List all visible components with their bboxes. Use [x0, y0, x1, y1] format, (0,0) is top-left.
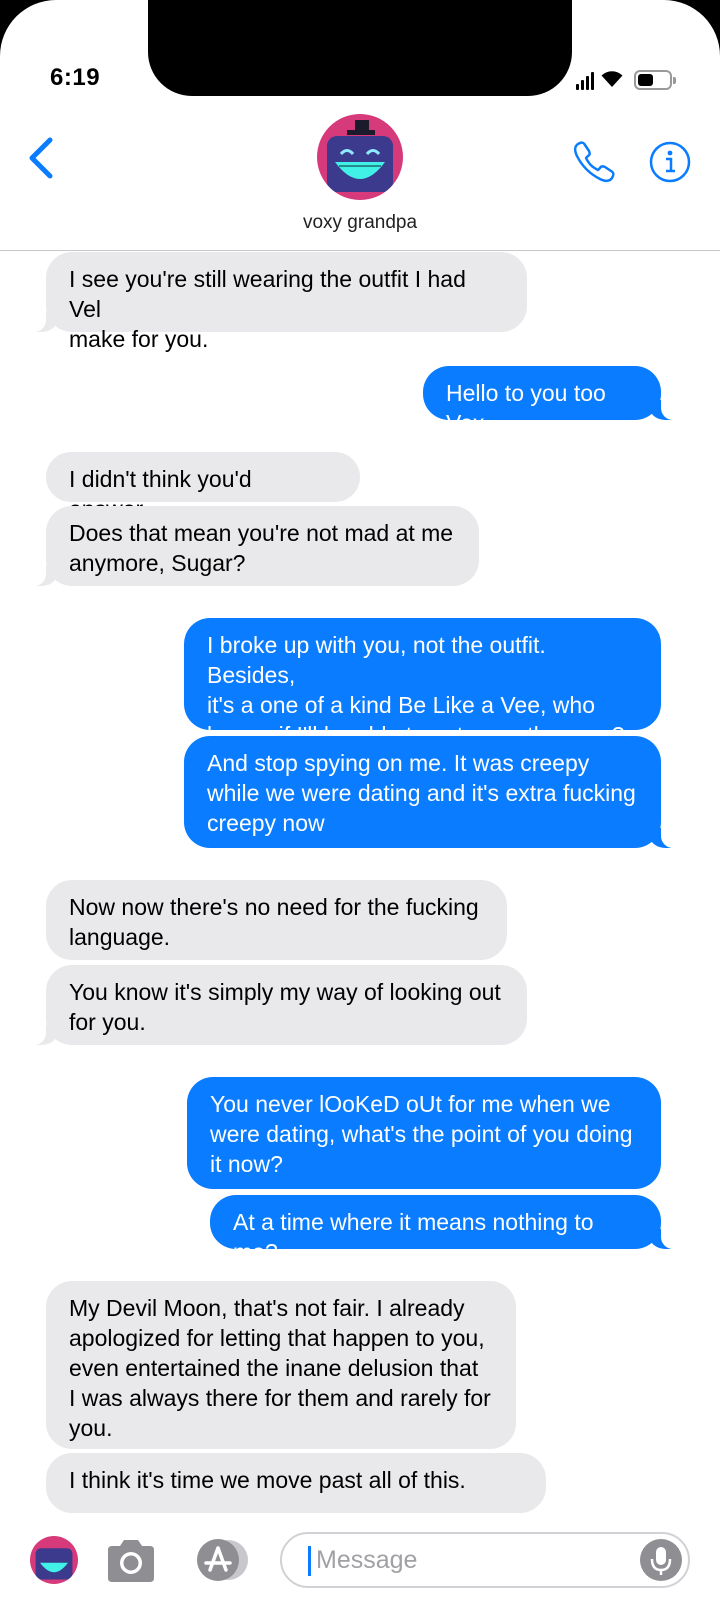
messages-screen: 6:19 voxy grandpa I see you're still wea…: [0, 0, 720, 1600]
status-time: 6:19: [50, 64, 101, 91]
phone-call-icon[interactable]: [570, 138, 618, 186]
text-cursor: [308, 1546, 311, 1576]
incoming-message[interactable]: Does that mean you're not mad at me anym…: [20, 506, 479, 586]
contact-avatar[interactable]: [317, 114, 403, 200]
wifi-icon: [601, 71, 623, 87]
incoming-message[interactable]: You know it's simply my way of looking o…: [20, 965, 527, 1045]
incoming-message[interactable]: I see you're still wearing the outfit I …: [20, 252, 527, 352]
incoming-message[interactable]: I think it's time we move past all of th…: [46, 1453, 546, 1513]
outgoing-message[interactable]: At a time where it means nothing to me?: [210, 1195, 687, 1265]
incoming-message[interactable]: My Devil Moon, that's not fair. I alread…: [46, 1281, 516, 1449]
back-chevron-icon[interactable]: [22, 134, 62, 182]
conversation-header: voxy grandpa: [0, 96, 720, 251]
message-thread[interactable]: I see you're still wearing the outfit I …: [0, 252, 720, 1524]
animoji-avatar-button[interactable]: [30, 1536, 78, 1584]
outgoing-message[interactable]: Hello to you too Vox: [423, 366, 687, 436]
info-icon[interactable]: [648, 140, 692, 184]
microphone-button[interactable]: [640, 1539, 682, 1581]
message-placeholder: Message: [316, 1546, 418, 1574]
app-store-icon[interactable]: [190, 1538, 250, 1582]
cellular-signal-icon: [576, 72, 594, 90]
microphone-icon: [650, 1547, 672, 1575]
camera-icon[interactable]: [104, 1538, 158, 1584]
incoming-message[interactable]: Now now there's no need for the fucking …: [46, 880, 507, 960]
compose-bar: Message: [0, 1524, 720, 1600]
device-notch: [148, 0, 572, 96]
incoming-message[interactable]: I didn't think you'd answer.: [46, 452, 360, 522]
vox-avatar-icon: [30, 1536, 78, 1584]
message-input[interactable]: Message: [280, 1532, 690, 1588]
vox-avatar-icon: [317, 114, 403, 200]
contact-name[interactable]: voxy grandpa: [0, 212, 720, 234]
outgoing-message[interactable]: I broke up with you, not the outfit. Bes…: [184, 618, 661, 748]
outgoing-message[interactable]: You never lOoKeD oUt for me when we were…: [187, 1077, 661, 1189]
outgoing-message[interactable]: And stop spying on me. It was creepy whi…: [184, 736, 687, 848]
battery-icon: [634, 70, 676, 90]
